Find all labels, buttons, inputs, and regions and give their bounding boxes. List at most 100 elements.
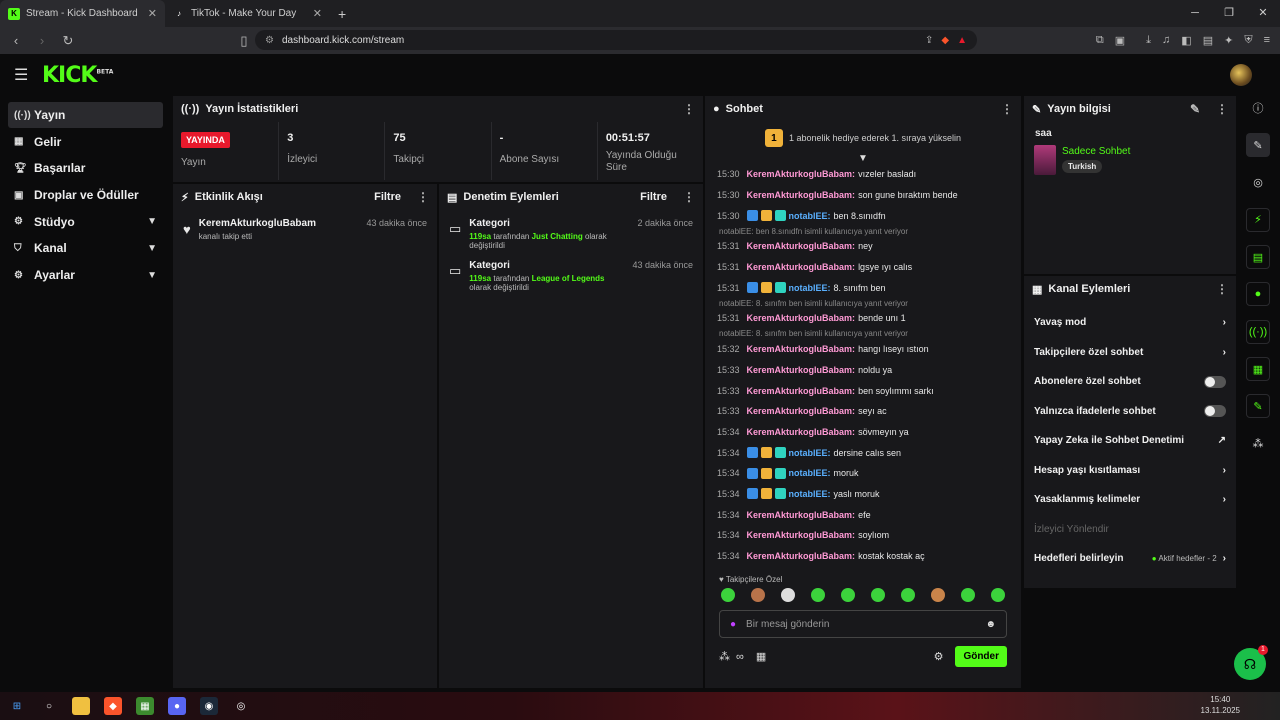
category-thumbnail[interactable] — [1034, 145, 1056, 175]
emote-icon[interactable] — [931, 588, 945, 602]
info-icon[interactable]: ⓘ — [1246, 96, 1270, 120]
chat-message[interactable]: 15:31 KeremAkturkogluBabam: ney — [705, 236, 1021, 257]
bookmark-icon[interactable]: ▯ — [236, 33, 252, 49]
sidebar-item-studyo[interactable]: ⚙ Stüdyo ▼ — [8, 209, 163, 235]
tab-search-icon[interactable]: ▣ — [1115, 34, 1125, 47]
help-button[interactable]: ☊ 1 — [1234, 645, 1268, 680]
message-username[interactable]: notablEE: — [789, 211, 831, 221]
subscriber-badge-icon[interactable] — [746, 488, 758, 500]
emote-icon[interactable] — [781, 588, 795, 602]
browser-tab-kick[interactable]: K Stream - Kick Dashboard ✕ — [0, 0, 165, 27]
windows-start-icon[interactable]: ⊞ — [8, 697, 26, 715]
sidebar-item-droplar[interactable]: ▣ Droplar ve Ödüller — [8, 182, 163, 208]
minimize-icon[interactable]: ─ — [1178, 0, 1212, 27]
sidebar-item-ayarlar[interactable]: ⚙ Ayarlar ▼ — [8, 262, 163, 288]
crown-badge-icon[interactable] — [760, 282, 772, 294]
chat-message[interactable]: 15:34 notablEE: moruk — [705, 463, 1021, 484]
infinity-icon[interactable]: ∞ — [736, 651, 744, 663]
goals-row[interactable]: Hedefleri belirleyin ● Aktif hedefler - 2… — [1024, 544, 1236, 574]
more-options-icon[interactable]: ⋮ — [1216, 102, 1228, 116]
emote-icon[interactable] — [961, 588, 975, 602]
chat-message[interactable]: 15:34 notablEE: dersine calıs sen — [705, 442, 1021, 463]
url-field[interactable]: ⚙ dashboard.kick.com/stream ⇪ ◆ ▲ — [255, 30, 977, 50]
subscriber-badge-icon[interactable] — [746, 210, 758, 222]
camera-icon[interactable]: ◎ — [1246, 171, 1270, 195]
chat-message[interactable]: 15:34 KeremAkturkogluBabam: soylıom — [705, 525, 1021, 546]
media-icon[interactable]: ♫ — [1162, 34, 1170, 47]
more-options-icon[interactable]: ⋮ — [1001, 102, 1013, 116]
reply-context[interactable]: notablEE: ben 8.sınıdfn isimli kullanıcı… — [705, 226, 1021, 236]
moderator-name[interactable]: 119sa — [469, 274, 491, 283]
emote-icon[interactable] — [721, 588, 735, 602]
avatar[interactable] — [1230, 64, 1252, 86]
chat-message[interactable]: 15:31 KeremAkturkogluBabam: lgsye ıyı calı… — [705, 257, 1021, 278]
brave-shield-icon[interactable]: ◆ — [941, 35, 949, 46]
new-tab-icon[interactable]: + — [338, 6, 346, 22]
document-icon[interactable]: ▤ — [1246, 245, 1270, 270]
gift-badge-icon[interactable] — [774, 447, 786, 459]
reply-context[interactable]: notablEE: 8. sınıfm ben isimli kullanıcı… — [705, 298, 1021, 308]
sidebar-item-basarilar[interactable]: 🏆︎ Başarılar — [8, 155, 163, 181]
message-username[interactable]: KeremAkturkogluBabam: — [747, 190, 856, 200]
crown-badge-icon[interactable] — [760, 488, 772, 500]
download-icon[interactable]: ⤓ — [1146, 34, 1151, 47]
wrench-icon[interactable]: ✎ — [1246, 394, 1270, 419]
emote-icon[interactable] — [811, 588, 825, 602]
message-username[interactable]: KeremAkturkogluBabam: — [747, 427, 856, 437]
sidebar-item-kanal[interactable]: ⛉ Kanal ▼ — [8, 235, 163, 261]
message-username[interactable]: notablEE: — [789, 448, 831, 458]
close-window-icon[interactable]: ✕ — [1246, 0, 1280, 27]
wallet-icon[interactable]: ▤ — [1203, 34, 1213, 47]
close-tab-icon[interactable]: ✕ — [313, 7, 322, 20]
message-username[interactable]: notablEE: — [789, 489, 831, 499]
chat-message[interactable]: 15:31 KeremAkturkogluBabam: bende unı 1 — [705, 308, 1021, 329]
emote-icon[interactable] — [871, 588, 885, 602]
gift-badge-icon[interactable] — [774, 282, 786, 294]
obs-icon[interactable]: ◎ — [232, 697, 250, 715]
category-name[interactable]: League of Legends — [532, 274, 605, 283]
points-icon[interactable]: ⁂ — [719, 650, 730, 663]
emoji-icon[interactable]: ☻ — [985, 619, 996, 630]
vpn-icon[interactable]: ⛨ — [1244, 34, 1252, 47]
ai-moderation-row[interactable]: Yapay Zeka ile Sohbet Denetimi ↗ — [1024, 426, 1236, 456]
category-name[interactable]: Sadece Sohbet — [1062, 146, 1130, 157]
reload-icon[interactable]: ↻ — [60, 33, 76, 49]
gift-badge-icon[interactable] — [774, 210, 786, 222]
chat-message[interactable]: 15:31 notablEE: 8. sınıfm ben — [705, 277, 1021, 298]
banned-words-row[interactable]: Yasaklanmış kelimeler › — [1024, 485, 1236, 515]
subscriber-badge-icon[interactable] — [746, 282, 758, 294]
message-username[interactable]: KeremAkturkogluBabam: — [747, 386, 856, 396]
broadcast-icon[interactable]: ((·)) — [1246, 319, 1270, 344]
chat-message[interactable]: 15:33 KeremAkturkogluBabam: noldu ya — [705, 360, 1021, 381]
more-options-icon[interactable]: ⋮ — [683, 102, 695, 116]
message-username[interactable]: KeremAkturkogluBabam: — [747, 406, 856, 416]
chat-input[interactable]: ● Bir mesaj gönderin ☻ — [719, 610, 1007, 638]
subscribers-only-toggle[interactable] — [1204, 375, 1226, 388]
crown-badge-icon[interactable] — [760, 447, 772, 459]
crown-badge-icon[interactable] — [760, 467, 772, 479]
emote-icon[interactable] — [901, 588, 915, 602]
filter-button[interactable]: Filtre — [374, 191, 401, 203]
share-icon[interactable]: ⇪ — [925, 35, 933, 46]
lightning-icon[interactable]: ⚡︎ — [1246, 207, 1270, 232]
message-username[interactable]: KeremAkturkogluBabam: — [747, 344, 856, 354]
discord-icon[interactable]: ● — [168, 697, 186, 715]
more-options-icon[interactable]: ⋮ — [417, 190, 429, 204]
forward-icon[interactable]: › — [34, 33, 50, 48]
more-options-icon[interactable]: ⋮ — [1216, 282, 1228, 296]
site-info-icon[interactable]: ⚙ — [265, 35, 274, 46]
message-username[interactable]: KeremAkturkogluBabam: — [747, 530, 856, 540]
edit-icon[interactable]: ✎ — [1246, 133, 1270, 158]
more-tools-icon[interactable]: ⁂ — [1246, 432, 1270, 456]
subscriber-badge-icon[interactable] — [746, 467, 758, 479]
language-tag[interactable]: Turkish — [1062, 160, 1103, 173]
microphone-icon[interactable]: ● — [730, 619, 736, 630]
chat-message[interactable]: 15:30 KeremAkturkogluBabam: vızeler baslad… — [705, 164, 1021, 185]
brave-icon[interactable]: ◆ — [104, 697, 122, 715]
event-user[interactable]: KeremAkturkogluBabam — [199, 218, 359, 229]
chat-message[interactable]: 15:34 notablEE: yaslı moruk — [705, 484, 1021, 505]
emote-icon[interactable] — [991, 588, 1005, 602]
system-clock[interactable]: 15:40 13.11.2025 — [1201, 694, 1240, 716]
message-username[interactable]: notablEE: — [789, 283, 831, 293]
gift-badge-icon[interactable] — [774, 488, 786, 500]
